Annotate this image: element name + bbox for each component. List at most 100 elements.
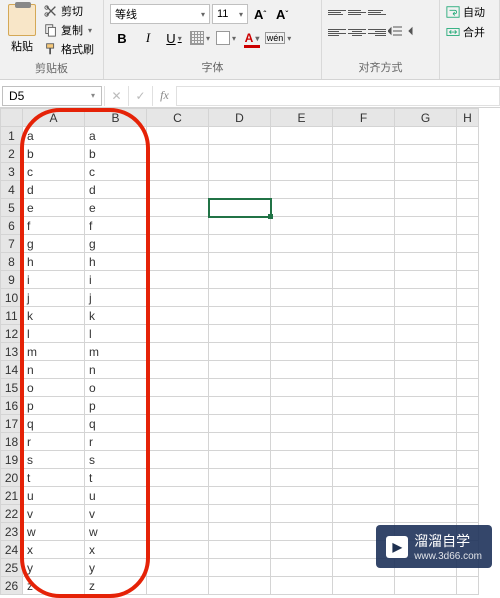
font-color-button[interactable]: A▾ xyxy=(242,28,262,48)
cell-B10[interactable]: j xyxy=(85,289,147,307)
cell-F11[interactable] xyxy=(333,307,395,325)
cell-E15[interactable] xyxy=(271,379,333,397)
cell-C24[interactable] xyxy=(147,541,209,559)
cell-F3[interactable] xyxy=(333,163,395,181)
phonetic-button[interactable]: wén▾ xyxy=(268,28,288,48)
row-head[interactable]: 19 xyxy=(1,451,23,469)
insert-function-button[interactable]: fx xyxy=(153,86,177,106)
cell-E12[interactable] xyxy=(271,325,333,343)
cell-E18[interactable] xyxy=(271,433,333,451)
cell-B4[interactable]: d xyxy=(85,181,147,199)
cell-G4[interactable] xyxy=(395,181,457,199)
cell-D17[interactable] xyxy=(209,415,271,433)
row-head[interactable]: 1 xyxy=(1,127,23,145)
cell-D14[interactable] xyxy=(209,361,271,379)
cell-B7[interactable]: g xyxy=(85,235,147,253)
cell-B11[interactable]: k xyxy=(85,307,147,325)
cell-C23[interactable] xyxy=(147,523,209,541)
row-head[interactable]: 11 xyxy=(1,307,23,325)
cell-H19[interactable] xyxy=(457,451,479,469)
cell-E7[interactable] xyxy=(271,235,333,253)
fill-color-button[interactable]: ▾ xyxy=(216,28,236,48)
cell-B20[interactable]: t xyxy=(85,469,147,487)
cell-B13[interactable]: m xyxy=(85,343,147,361)
cell-H5[interactable] xyxy=(457,199,479,217)
increase-indent-button[interactable] xyxy=(408,24,426,40)
cell-H13[interactable] xyxy=(457,343,479,361)
cell-G5[interactable] xyxy=(395,199,457,217)
cell-D15[interactable] xyxy=(209,379,271,397)
cell-C12[interactable] xyxy=(147,325,209,343)
cell-A12[interactable]: l xyxy=(23,325,85,343)
cell-D26[interactable] xyxy=(209,577,271,595)
cell-D8[interactable] xyxy=(209,253,271,271)
col-head-G[interactable]: G xyxy=(395,109,457,127)
cell-B22[interactable]: v xyxy=(85,505,147,523)
row-head[interactable]: 3 xyxy=(1,163,23,181)
cell-C14[interactable] xyxy=(147,361,209,379)
cell-G20[interactable] xyxy=(395,469,457,487)
cell-H1[interactable] xyxy=(457,127,479,145)
row-head[interactable]: 8 xyxy=(1,253,23,271)
formula-input[interactable] xyxy=(177,86,500,106)
cell-H21[interactable] xyxy=(457,487,479,505)
cell-G15[interactable] xyxy=(395,379,457,397)
cell-G17[interactable] xyxy=(395,415,457,433)
cell-A8[interactable]: h xyxy=(23,253,85,271)
cell-C22[interactable] xyxy=(147,505,209,523)
cell-F16[interactable] xyxy=(333,397,395,415)
cell-E4[interactable] xyxy=(271,181,333,199)
cell-C20[interactable] xyxy=(147,469,209,487)
col-head-H[interactable]: H xyxy=(457,109,479,127)
row-head[interactable]: 20 xyxy=(1,469,23,487)
cell-B25[interactable]: y xyxy=(85,559,147,577)
cell-C19[interactable] xyxy=(147,451,209,469)
row-head[interactable]: 7 xyxy=(1,235,23,253)
cell-A25[interactable]: y xyxy=(23,559,85,577)
cell-G11[interactable] xyxy=(395,307,457,325)
cell-E1[interactable] xyxy=(271,127,333,145)
cell-G2[interactable] xyxy=(395,145,457,163)
cell-D7[interactable] xyxy=(209,235,271,253)
cell-F2[interactable] xyxy=(333,145,395,163)
select-all-corner[interactable] xyxy=(1,109,23,127)
cell-E6[interactable] xyxy=(271,217,333,235)
cell-D3[interactable] xyxy=(209,163,271,181)
cell-E17[interactable] xyxy=(271,415,333,433)
decrease-font-button[interactable]: Aˇ xyxy=(272,4,292,24)
cell-B5[interactable]: e xyxy=(85,199,147,217)
row-head[interactable]: 6 xyxy=(1,217,23,235)
italic-button[interactable]: I xyxy=(138,28,158,48)
cell-A26[interactable]: z xyxy=(23,577,85,595)
cell-A17[interactable]: q xyxy=(23,415,85,433)
cell-E16[interactable] xyxy=(271,397,333,415)
cell-B17[interactable]: q xyxy=(85,415,147,433)
row-head[interactable]: 2 xyxy=(1,145,23,163)
cell-A15[interactable]: o xyxy=(23,379,85,397)
cell-D25[interactable] xyxy=(209,559,271,577)
row-head[interactable]: 16 xyxy=(1,397,23,415)
cell-E5[interactable] xyxy=(271,199,333,217)
cell-A5[interactable]: e xyxy=(23,199,85,217)
cell-G21[interactable] xyxy=(395,487,457,505)
cell-E21[interactable] xyxy=(271,487,333,505)
cell-A2[interactable]: b xyxy=(23,145,85,163)
align-middle-button[interactable] xyxy=(348,4,366,20)
border-button[interactable]: ▾ xyxy=(190,28,210,48)
cell-B21[interactable]: u xyxy=(85,487,147,505)
cell-A24[interactable]: x xyxy=(23,541,85,559)
cell-B2[interactable]: b xyxy=(85,145,147,163)
cell-H15[interactable] xyxy=(457,379,479,397)
cell-D5[interactable] xyxy=(209,199,271,217)
col-head-F[interactable]: F xyxy=(333,109,395,127)
cell-G16[interactable] xyxy=(395,397,457,415)
cell-H7[interactable] xyxy=(457,235,479,253)
cell-D12[interactable] xyxy=(209,325,271,343)
cell-F7[interactable] xyxy=(333,235,395,253)
row-head[interactable]: 17 xyxy=(1,415,23,433)
cell-E9[interactable] xyxy=(271,271,333,289)
cell-D19[interactable] xyxy=(209,451,271,469)
copy-button[interactable]: 复制▾ xyxy=(42,21,96,39)
cell-H2[interactable] xyxy=(457,145,479,163)
cell-A18[interactable]: r xyxy=(23,433,85,451)
